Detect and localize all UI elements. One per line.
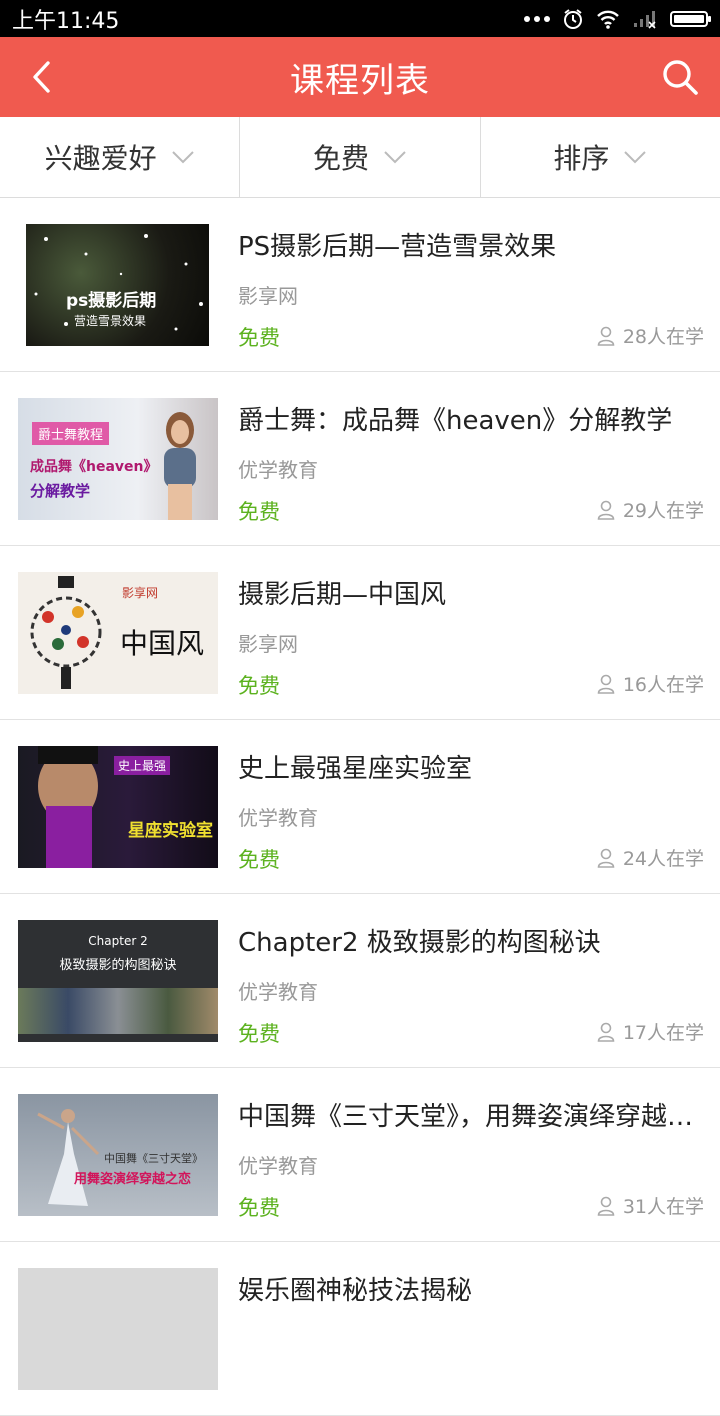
- thumb-text-1: 中国舞《三寸天堂》: [104, 1152, 203, 1165]
- student-count-text: 31人在学: [622, 1196, 704, 1218]
- student-count: 29人在学: [597, 496, 704, 523]
- student-count: 17人在学: [597, 1018, 704, 1045]
- course-title: 中国舞《三寸天堂》，用舞姿演绎穿越之恋: [238, 1102, 706, 1132]
- wifi-icon: [597, 10, 619, 29]
- course-price: 免费: [238, 674, 280, 698]
- person-icon: [597, 500, 615, 520]
- more-dots-icon: [524, 15, 550, 22]
- course-title: PS摄影后期—营造雪景效果: [238, 232, 557, 262]
- thumb-text-2: 营造雪景效果: [74, 314, 147, 328]
- course-source: 优学教育: [238, 980, 318, 1004]
- course-price: 免费: [238, 1022, 280, 1046]
- dancer-figure: [164, 412, 196, 520]
- status-time: 上午11:45: [12, 8, 120, 34]
- filter-sort-label: 排序: [553, 142, 610, 175]
- list-item[interactable]: 影享网 中国风 摄影后期—中国风 影享网 免费 16人在学: [0, 546, 720, 720]
- course-source: 优学教育: [238, 458, 318, 482]
- list-item[interactable]: Chapter 2 极致摄影的构图秘诀 Chapter2 极致摄影的构图秘诀 优…: [0, 894, 720, 1068]
- list-item[interactable]: ps摄影后期 营造雪景效果 PS摄影后期—营造雪景效果 影享网 免费 28人在学: [0, 198, 720, 372]
- course-source: 优学教育: [238, 806, 318, 830]
- person-icon: [597, 674, 615, 694]
- course-price: 免费: [238, 848, 280, 872]
- student-count-text: 17人在学: [622, 1022, 704, 1044]
- thumb-text-2: 中国风: [120, 627, 205, 660]
- alarm-icon: [564, 8, 582, 29]
- person-figure: [38, 746, 98, 868]
- course-thumbnail: Chapter 2 极致摄影的构图秘诀: [18, 920, 218, 1042]
- course-list: ps摄影后期 营造雪景效果 PS摄影后期—营造雪景效果 影享网 免费 28人在学…: [0, 198, 720, 1416]
- person-icon: [597, 1022, 615, 1042]
- thumb-text-2: 用舞姿演绎穿越之恋: [74, 1172, 192, 1187]
- course-title: 史上最强星座实验室: [238, 754, 473, 784]
- person-icon: [597, 848, 615, 868]
- thumb-text-1: 史上最强: [114, 756, 171, 775]
- lantern-decoration: [30, 576, 102, 689]
- course-thumbnail: 中国舞《三寸天堂》 用舞姿演绎穿越之恋: [18, 1094, 218, 1216]
- person-icon: [597, 1196, 615, 1216]
- course-price: 免费: [238, 500, 280, 524]
- course-thumbnail: 影享网 中国风: [18, 572, 218, 694]
- course-title: 摄影后期—中国风: [238, 580, 447, 610]
- thumb-text-1: ps摄影后期: [66, 291, 157, 311]
- student-count: 16人在学: [597, 670, 704, 697]
- person-icon: [597, 326, 615, 346]
- back-icon[interactable]: [24, 57, 64, 97]
- course-source: 影享网: [238, 284, 298, 308]
- course-thumbnail: 爵士舞教程 成品舞《heaven》 分解教学: [18, 398, 218, 520]
- list-item[interactable]: 爵士舞教程 成品舞《heaven》 分解教学 爵士舞：成品舞《heaven》分解…: [0, 372, 720, 546]
- course-thumbnail: [18, 1268, 218, 1390]
- chevron-down-icon: [171, 151, 194, 164]
- thumb-text-2: 星座实验室: [128, 821, 213, 841]
- student-count: 24人在学: [597, 844, 704, 871]
- filter-sort[interactable]: 排序: [481, 117, 720, 197]
- course-price: 免费: [238, 1196, 280, 1220]
- chevron-down-icon: [384, 151, 406, 164]
- thumb-text-2: 分解教学: [30, 482, 91, 500]
- course-price: 免费: [238, 326, 280, 350]
- filter-price[interactable]: 免费: [240, 117, 481, 197]
- course-thumbnail: ps摄影后期 营造雪景效果: [26, 224, 209, 346]
- dancer-figure: [37, 1109, 100, 1206]
- page-title: 课程列表: [290, 60, 430, 101]
- course-title: Chapter2 极致摄影的构图秘诀: [238, 928, 601, 958]
- signal-icon: [634, 10, 656, 29]
- student-count: 31人在学: [597, 1192, 704, 1219]
- student-count-text: 29人在学: [622, 500, 704, 522]
- battery-icon: [670, 10, 711, 27]
- status-bar: 上午11:45: [0, 0, 720, 37]
- course-source: 影享网: [238, 632, 298, 656]
- course-title: 娱乐圈神秘技法揭秘: [238, 1276, 473, 1306]
- filter-price-label: 免费: [312, 142, 369, 175]
- filter-category-label: 兴趣爱好: [44, 142, 157, 175]
- filter-bar: 兴趣爱好 免费 排序: [0, 117, 720, 198]
- thumb-text-1: Chapter 2: [88, 934, 148, 948]
- course-title: 爵士舞：成品舞《heaven》分解教学: [238, 406, 673, 436]
- thumb-tag: 爵士舞教程: [32, 422, 110, 445]
- title-bar: 课程列表: [0, 37, 720, 117]
- student-count: 28人在学: [597, 322, 704, 349]
- thumb-photo-strip: [18, 988, 218, 1034]
- search-icon[interactable]: [658, 55, 702, 99]
- student-count-text: 28人在学: [622, 326, 704, 348]
- thumb-text-1: 影享网: [122, 586, 159, 600]
- thumb-text-2: 极致摄影的构图秘诀: [59, 958, 177, 973]
- filter-category[interactable]: 兴趣爱好: [0, 117, 241, 197]
- course-thumbnail: 史上最强 星座实验室: [18, 746, 218, 868]
- course-source: 优学教育: [238, 1154, 318, 1178]
- student-count-text: 24人在学: [622, 848, 704, 870]
- list-item[interactable]: 史上最强 星座实验室 史上最强星座实验室 优学教育 免费 24人在学: [0, 720, 720, 894]
- list-item[interactable]: 娱乐圈神秘技法揭秘: [0, 1242, 720, 1416]
- list-item[interactable]: 中国舞《三寸天堂》 用舞姿演绎穿越之恋 中国舞《三寸天堂》，用舞姿演绎穿越之恋 …: [0, 1068, 720, 1242]
- student-count-text: 16人在学: [622, 674, 704, 696]
- chevron-down-icon: [624, 151, 647, 164]
